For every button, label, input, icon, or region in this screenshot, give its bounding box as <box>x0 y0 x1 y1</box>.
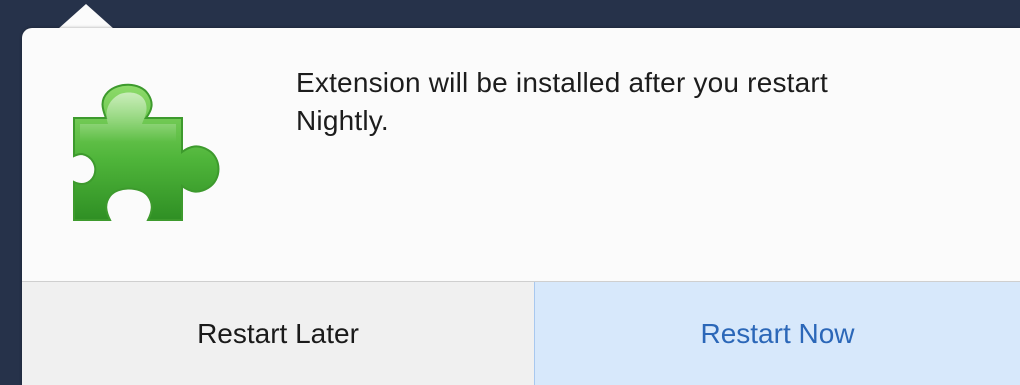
restart-now-button[interactable]: Restart Now <box>534 282 1020 385</box>
restart-later-button[interactable]: Restart Later <box>22 282 534 385</box>
install-notification-popup: Extension will be installed after you re… <box>22 28 1020 385</box>
notification-button-bar: Restart Later Restart Now <box>22 281 1020 385</box>
puzzle-piece-icon <box>73 83 220 221</box>
notification-message: Extension will be installed after you re… <box>296 67 828 136</box>
notification-body: Extension will be installed after you re… <box>22 28 1020 281</box>
popup-arrow <box>58 4 114 29</box>
